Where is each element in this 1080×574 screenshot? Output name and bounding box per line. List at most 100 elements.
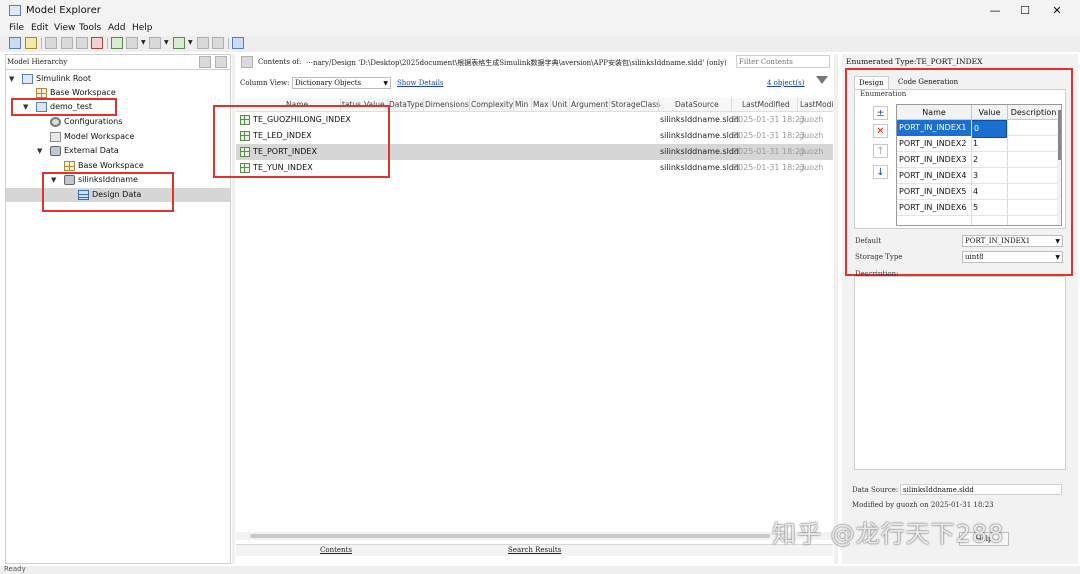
- tree-item-model-workspace[interactable]: Model Workspace: [6, 130, 230, 144]
- filter-contents-field[interactable]: [736, 55, 830, 68]
- column-divider: [469, 98, 470, 112]
- chevron-down-icon[interactable]: ▼: [9, 72, 14, 86]
- enum-value-cell[interactable]: 2: [973, 152, 978, 168]
- column-header-argument[interactable]: Argument: [571, 98, 608, 112]
- storage-type-label: Storage Type: [855, 253, 903, 261]
- enum-name-cell[interactable]: PORT_IN_INDEX4: [899, 168, 966, 184]
- column-header-min[interactable]: Min: [515, 98, 528, 112]
- description-textarea[interactable]: [854, 276, 1066, 470]
- menu-view[interactable]: View: [54, 23, 75, 33]
- enum-name-cell[interactable]: PORT_IN_INDEX2: [899, 136, 966, 152]
- add-data-icon[interactable]: [173, 37, 185, 49]
- watermark: 知乎 @龙行天下288: [772, 520, 1005, 548]
- list-icon[interactable]: [149, 37, 161, 49]
- new-model-icon[interactable]: [9, 37, 21, 49]
- enum-name-cell[interactable]: PORT_IN_INDEX1: [897, 120, 971, 136]
- enum-row-selected[interactable]: PORT_IN_INDEX1 0: [897, 120, 1057, 138]
- paste-icon[interactable]: [76, 37, 88, 49]
- dictionary-view-icon[interactable]: [232, 37, 244, 49]
- column-view-label: Column View:: [240, 79, 290, 87]
- filter-contents-input[interactable]: [739, 56, 827, 67]
- external-data-icon: [50, 146, 61, 156]
- enum-value-cell[interactable]: 4: [973, 184, 978, 200]
- right-splitter[interactable]: [834, 54, 838, 564]
- grid-icon[interactable]: [111, 37, 123, 49]
- menu-tools[interactable]: Tools: [79, 23, 101, 33]
- delete-icon[interactable]: [91, 37, 103, 49]
- enum-row[interactable]: PORT_IN_INDEX6 5: [897, 200, 1057, 216]
- row-datasource: silinksIddname.sldd: [660, 131, 739, 140]
- close-button[interactable]: ✕: [1040, 3, 1074, 19]
- view-options-icon[interactable]: [215, 56, 227, 68]
- enum-header-value: Value: [971, 105, 1007, 120]
- chevron-down-icon[interactable]: ▼: [164, 39, 169, 46]
- maximize-button[interactable]: ☐: [1008, 3, 1042, 19]
- table-icon[interactable]: [126, 37, 138, 49]
- column-header-complexity[interactable]: Complexity: [471, 98, 513, 112]
- menu-add[interactable]: Add: [108, 23, 125, 33]
- tree-item-configurations[interactable]: Configurations: [6, 115, 230, 129]
- row-lastmodifiedby: guozh: [799, 131, 824, 140]
- row-lastmodifiedby: guozh: [799, 163, 824, 172]
- column-header-storageclass[interactable]: StorageClass: [611, 98, 660, 112]
- edit-hierarchy-icon[interactable]: [199, 56, 211, 68]
- column-header-unit[interactable]: Unit: [552, 98, 567, 112]
- default-select[interactable]: PORT_IN_INDEX1 ▼: [962, 235, 1063, 247]
- scrollbar-thumb[interactable]: [1058, 110, 1061, 160]
- column-header-datasource[interactable]: DataSource: [675, 98, 719, 112]
- chevron-down-icon[interactable]: ▼: [188, 39, 193, 46]
- column-header-dimensions[interactable]: Dimensions: [425, 98, 469, 112]
- enum-name-cell[interactable]: PORT_IN_INDEX6: [899, 200, 966, 216]
- data-source-field: silinksIddname.sldd: [900, 484, 1062, 495]
- enum-value-cell[interactable]: 5: [973, 200, 978, 216]
- open-folder-icon[interactable]: [25, 37, 37, 49]
- enum-table-scrollbar[interactable]: [1057, 105, 1061, 225]
- enumeration-table: Name Value Description PORT_IN_INDEX1 0 …: [896, 104, 1062, 226]
- disabled-tool-icon: [212, 37, 224, 49]
- contents-of-label: Contents of:: [258, 58, 302, 66]
- column-header-lastmodified[interactable]: LastModified: [742, 98, 790, 112]
- minimize-button[interactable]: —: [978, 3, 1012, 19]
- column-header-max[interactable]: Max: [533, 98, 549, 112]
- column-header-lastmodifiedby[interactable]: LastModi: [800, 98, 834, 112]
- object-count-link[interactable]: 4 object(s): [767, 79, 804, 87]
- tab-search-results[interactable]: Search Results: [508, 546, 561, 554]
- column-view-select[interactable]: Dictionary Objects ▼: [292, 77, 391, 89]
- enum-name-cell[interactable]: PORT_IN_INDEX5: [899, 184, 966, 200]
- toolbar-separator: [228, 38, 229, 49]
- enum-name-cell[interactable]: PORT_IN_INDEX3: [899, 152, 966, 168]
- horizontal-scrollbar[interactable]: [236, 532, 833, 540]
- enum-row[interactable]: PORT_IN_INDEX5 4: [897, 184, 1057, 200]
- contents-path: ⋯nary/Design 'D:\Desktop\2025document\根据…: [306, 59, 726, 67]
- enum-row[interactable]: PORT_IN_INDEX4 3: [897, 168, 1057, 184]
- column-divider: [550, 98, 551, 112]
- tree-item-external-base-workspace[interactable]: Base Workspace: [6, 159, 230, 173]
- menu-help[interactable]: Help: [132, 23, 153, 33]
- cut-icon[interactable]: [45, 37, 57, 49]
- menu-edit[interactable]: Edit: [31, 23, 48, 33]
- filter-funnel-icon[interactable]: [816, 76, 828, 84]
- tab-contents[interactable]: Contents: [320, 546, 352, 554]
- move-up-icon: ↑: [873, 144, 888, 158]
- tree-item-external-data[interactable]: ▼ External Data: [6, 144, 230, 158]
- chevron-down-icon[interactable]: ▼: [37, 144, 42, 158]
- chevron-down-icon[interactable]: ▼: [141, 39, 146, 46]
- column-header-datatype[interactable]: DataType: [389, 98, 424, 112]
- menu-file[interactable]: File: [9, 23, 24, 33]
- move-down-icon[interactable]: ↓: [873, 165, 888, 179]
- tab-code-generation[interactable]: Code Generation: [894, 76, 962, 89]
- contents-pane: Contents of: ⋯nary/Design 'D:\Desktop\20…: [213, 54, 834, 564]
- column-divider: [609, 98, 610, 112]
- enum-row[interactable]: PORT_IN_INDEX2 1: [897, 136, 1057, 152]
- delete-enum-icon[interactable]: ✕: [873, 124, 888, 138]
- enum-row[interactable]: PORT_IN_INDEX3 2: [897, 152, 1057, 168]
- storage-type-select[interactable]: uint8 ▼: [962, 251, 1063, 263]
- enum-value-cell[interactable]: 3: [973, 168, 978, 184]
- show-details-link[interactable]: Show Details: [397, 79, 444, 87]
- copy-icon[interactable]: [61, 37, 73, 49]
- scrollbar-thumb[interactable]: [250, 534, 770, 538]
- enum-value-cell[interactable]: 1: [973, 136, 978, 152]
- tab-design[interactable]: Design: [854, 76, 889, 89]
- add-enum-icon[interactable]: ±: [873, 106, 888, 120]
- tree-item-simulink-root[interactable]: ▼ Simulink Root: [6, 72, 230, 86]
